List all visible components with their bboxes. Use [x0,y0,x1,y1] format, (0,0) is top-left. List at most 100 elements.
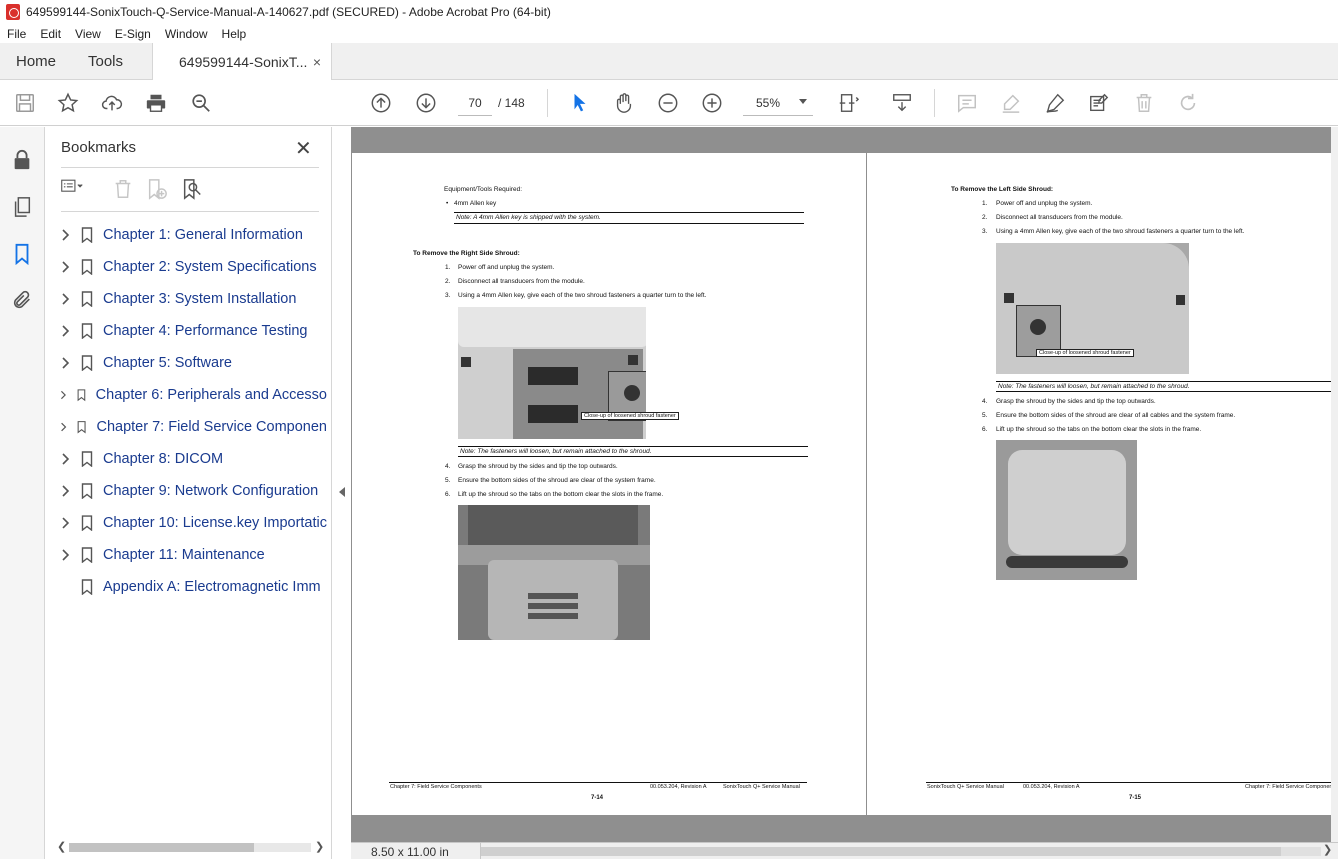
find-bookmark-icon[interactable] [181,178,203,200]
next-page-icon[interactable] [414,91,438,115]
hand-tool-icon[interactable] [612,91,636,115]
bookmark-item[interactable]: Chapter 5: Software [55,347,327,379]
panel-splitter[interactable] [333,127,351,859]
zoom-in-icon[interactable] [700,91,724,115]
comment-icon[interactable] [955,91,979,115]
step-text: Ensure the bottom sides of the shroud ar… [996,412,1236,419]
bookmark-item[interactable]: Chapter 9: Network Configuration [55,475,327,507]
highlight-icon[interactable] [999,91,1023,115]
chevron-right-icon[interactable] [57,483,73,499]
divider [61,167,319,168]
scroll-mode-icon[interactable] [890,91,914,115]
bookmark-item[interactable]: Chapter 6: Peripherals and Accesso [55,379,327,411]
bookmark-icon [81,515,93,531]
fit-page-icon[interactable] [836,91,860,115]
scroll-right-icon[interactable]: ❯ [315,840,324,853]
bookmark-item[interactable]: Appendix A: Electromagnetic Imm [55,571,327,603]
bookmarks-horizontal-scrollbar[interactable]: ❮ ❯ [55,839,325,855]
scroll-thumb[interactable] [69,843,254,852]
document-view[interactable]: Equipment/Tools Required: • 4mm Allen ke… [351,127,1338,859]
step-text: Lift up the shroud so the tabs on the bo… [996,426,1202,433]
chevron-down-icon [799,99,807,104]
collapse-panel-icon[interactable] [339,487,345,497]
new-bookmark-icon[interactable] [146,178,168,200]
bookmark-item[interactable]: Chapter 3: System Installation [55,283,327,315]
menu-help[interactable]: Help [215,27,254,41]
delete-icon[interactable] [1132,91,1156,115]
close-icon[interactable]: ✕ [295,136,312,161]
chevron-right-icon[interactable] [57,291,73,307]
redo-icon[interactable] [1176,91,1200,115]
attachments-icon[interactable] [11,289,33,311]
bookmark-item[interactable]: Chapter 1: General Information [55,219,327,251]
tab-home[interactable]: Home [16,43,56,80]
document-horizontal-scrollbar[interactable] [481,847,1321,856]
tab-tools[interactable]: Tools [88,43,123,80]
page-number-input[interactable] [458,90,492,116]
step-text: Disconnect all transducers from the modu… [996,214,1123,221]
delete-bookmark-icon[interactable] [112,178,134,200]
bookmark-item[interactable]: Chapter 4: Performance Testing [55,315,327,347]
tab-document[interactable]: 649599144-SonixT... × [152,43,332,81]
bookmark-icon [81,483,93,499]
toolbar-divider [934,89,935,117]
zoom-value: 55% [756,96,781,110]
pdf-page-right: To Remove the Left Side Shroud: 1. Power … [867,153,1338,815]
bookmark-item[interactable]: Chapter 8: DICOM [55,443,327,475]
bookmark-item[interactable]: Chapter 11: Maintenance [55,539,327,571]
menu-esign[interactable]: E-Sign [108,27,158,41]
zoom-out-icon[interactable] [656,91,680,115]
bookmark-item[interactable]: Chapter 2: System Specifications [55,251,327,283]
menu-edit[interactable]: Edit [33,27,68,41]
title-bar: 649599144-SonixTouch-Q-Service-Manual-A-… [0,0,1338,24]
scroll-thumb[interactable] [481,847,1281,856]
equipment-item: 4mm Allen key [454,200,497,207]
chevron-right-icon[interactable] [57,515,73,531]
bookmark-options-icon[interactable] [61,178,83,200]
page-thumbnails-icon[interactable] [11,196,33,218]
bookmark-item[interactable]: Chapter 7: Field Service Componen [55,411,327,443]
bookmark-label: Chapter 11: Maintenance [103,547,265,563]
lock-icon[interactable] [11,149,33,171]
note-fasteners: Note: The fasteners will loosen, but rem… [460,448,652,455]
bookmark-item[interactable]: Chapter 10: License.key Importatic [55,507,327,539]
chevron-right-icon[interactable] [57,323,73,339]
bookmarks-title: Bookmarks [61,139,137,156]
scroll-left-icon[interactable]: ❮ [57,840,66,853]
page-total: / 148 [498,96,525,110]
chevron-right-icon[interactable] [57,387,69,403]
document-vertical-scrollbar[interactable] [1331,127,1338,842]
edit-text-icon[interactable] [1087,91,1111,115]
footer-manual: SonixTouch Q+ Service Manual [723,784,800,790]
select-cursor-icon[interactable] [568,91,592,115]
bookmark-label: Chapter 4: Performance Testing [103,323,308,339]
print-icon[interactable] [144,91,168,115]
bookmark-icon [81,227,93,243]
menu-file[interactable]: File [0,27,33,41]
draw-pen-icon[interactable] [1043,91,1067,115]
step-number: 1. [982,200,988,207]
previous-page-icon[interactable] [369,91,393,115]
chevron-right-icon[interactable] [57,451,73,467]
chevron-right-icon[interactable] [57,355,73,371]
menu-bar: File Edit View E-Sign Window Help [0,24,1338,43]
bookmark-label: Chapter 5: Software [103,355,232,371]
search-icon[interactable] [189,91,213,115]
bookmark-label: Chapter 2: System Specifications [103,259,317,275]
chevron-right-icon[interactable] [57,259,73,275]
menu-view[interactable]: View [68,27,108,41]
scroll-right-icon[interactable]: ❯ [1323,843,1332,856]
zoom-select[interactable]: 55% [743,90,813,116]
save-icon[interactable] [13,91,37,115]
chevron-right-icon[interactable] [57,547,73,563]
menu-window[interactable]: Window [158,27,215,41]
star-icon[interactable] [56,91,80,115]
bookmark-icon [81,291,93,307]
close-tab-icon[interactable]: × [313,54,321,70]
chevron-right-icon[interactable] [57,419,69,435]
section-heading: To Remove the Left Side Shroud: [951,186,1054,193]
upload-cloud-icon[interactable] [100,91,124,115]
bookmark-panel-icon[interactable] [11,243,33,266]
window-title: 649599144-SonixTouch-Q-Service-Manual-A-… [26,5,551,19]
chevron-right-icon[interactable] [57,227,73,243]
